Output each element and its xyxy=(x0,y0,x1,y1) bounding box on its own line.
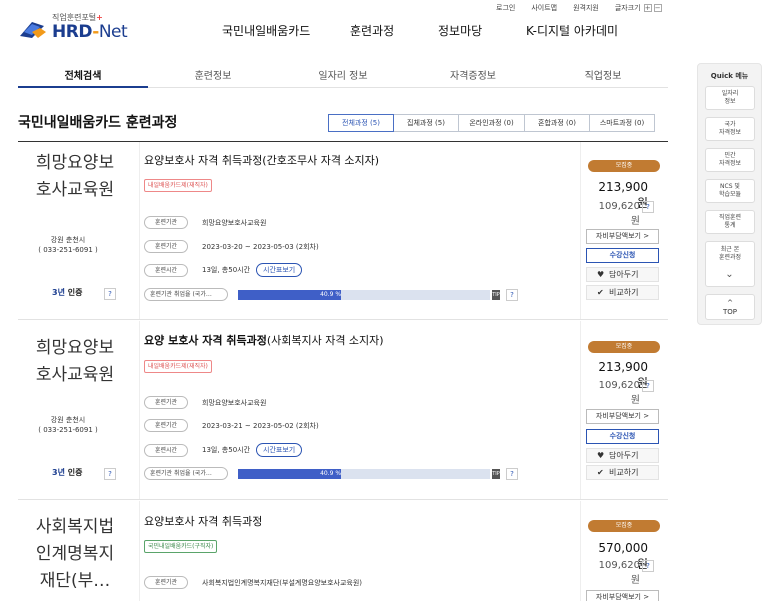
info-row: 훈련기간 2023-03-21 ~ 2023-05-02 (2회차) xyxy=(144,419,319,432)
login-link[interactable]: 로그인 xyxy=(496,3,515,13)
tip-button[interactable]: TIP xyxy=(492,289,500,300)
quick-private-cert[interactable]: 민간 자격정보 xyxy=(705,148,755,172)
check-icon: ✔ xyxy=(597,288,604,297)
filter-smart[interactable]: 스마트과정 (0) xyxy=(589,114,655,132)
help-button[interactable]: ? xyxy=(506,467,518,480)
chevron-up-icon: ^ xyxy=(727,299,733,307)
course-tag: 국민내일배움카드(구직자) xyxy=(144,540,218,553)
status-badge: 모집중 xyxy=(588,160,660,172)
tab-all-search[interactable]: 전체검색 xyxy=(18,58,148,88)
schedule-button[interactable]: 시간표보기 xyxy=(256,263,303,277)
tab-occupation-info[interactable]: 직업정보 xyxy=(538,58,668,87)
nav-k-digital-academy[interactable]: K-디지털 아카데미 xyxy=(526,22,618,39)
price-help-button[interactable]: ? xyxy=(642,380,654,392)
subsidized-price: 109,620 원 xyxy=(598,560,640,586)
institution-name[interactable]: 사회복지법 인계명복지 재단(부… xyxy=(18,514,132,595)
info-row: 훈련기관 사회복지법인계명복지재단(부설계명요양보호사교육원) xyxy=(144,576,362,589)
search-tabs: 전체검색 훈련정보 일자리 정보 자격증정보 직업정보 xyxy=(18,58,668,88)
tab-certificate-info[interactable]: 자격증정보 xyxy=(408,58,538,87)
save-button[interactable]: ♥ 담아두기 xyxy=(586,448,659,463)
course-card: 사회복지법 인계명복지 재단(부… 요양보호사 자격 취득과정 국민내일배움카드… xyxy=(18,501,668,601)
course-title[interactable]: 요양보호사 자격 취득과정 xyxy=(144,513,262,529)
employment-rate-bar: 40.9 % xyxy=(238,289,490,300)
help-button[interactable]: ? xyxy=(506,288,518,301)
quick-ncs[interactable]: NCS 및 학습모듈 xyxy=(705,179,755,203)
utility-nav: 로그인 사이트맵 원격지원 글자크기 + − xyxy=(496,3,662,13)
font-plus-button[interactable]: + xyxy=(643,4,652,12)
font-size-control: 글자크기 + − xyxy=(614,4,662,12)
subsidized-price: 109,620 원 xyxy=(598,201,640,227)
quick-menu-title: Quick 메뉴 xyxy=(710,72,749,80)
schedule-button[interactable]: 시간표보기 xyxy=(256,443,303,457)
subsidized-price: 109,620 원 xyxy=(598,380,640,406)
employment-rate-label[interactable]: 훈련기관 취업율 (국가… xyxy=(144,288,228,301)
cert-help-button[interactable]: ? xyxy=(104,468,116,480)
status-badge: 모집중 xyxy=(588,520,660,532)
institution-name[interactable]: 희망요양보 호사교육원 xyxy=(18,335,132,389)
info-row: 훈련시간 13일, 총50시간 시간표보기 xyxy=(144,263,303,277)
check-icon: ✔ xyxy=(597,468,604,477)
nav-training-courses[interactable]: 훈련과정 xyxy=(350,22,438,39)
self-pay-button[interactable]: 자비부담액보기 > xyxy=(586,409,659,424)
filter-all[interactable]: 전체과정 (5) xyxy=(328,114,394,132)
employment-rate-row: 훈련기관 취업율 (국가… 40.9 % TIP ? xyxy=(144,288,518,301)
filter-classroom[interactable]: 집체과정 (5) xyxy=(393,114,459,132)
course-tag: 내일배움카드제(재직자) xyxy=(144,179,212,192)
filter-blended[interactable]: 혼합과정 (0) xyxy=(524,114,590,132)
institution-location: 강원 춘천시 ( 033-251-6091 ) xyxy=(38,236,98,254)
tab-training-info[interactable]: 훈련정보 xyxy=(148,58,278,87)
quick-job-info[interactable]: 일자리 정보 xyxy=(705,86,755,110)
course-type-filters: 전체과정 (5) 집체과정 (5) 온라인과정 (0) 혼합과정 (0) 스마트… xyxy=(328,114,655,132)
course-tag: 내일배움카드제(재직자) xyxy=(144,360,212,373)
self-pay-button[interactable]: 자비부담액보기 > xyxy=(586,590,659,601)
price-help-button[interactable]: ? xyxy=(642,560,654,572)
compare-button[interactable]: ✔ 비교하기 xyxy=(586,465,659,480)
employment-rate-label[interactable]: 훈련기관 취업율 (국가… xyxy=(144,467,228,480)
info-row: 훈련기관 희망요양보호사교육원 xyxy=(144,216,266,229)
certification-badge: 3년 인증 xyxy=(52,468,83,477)
nav-info-plaza[interactable]: 정보마당 xyxy=(438,22,526,39)
info-row: 훈련시간 13일, 총50시간 시간표보기 xyxy=(144,443,303,457)
course-card: 희망요양보 호사교육원 강원 춘천시 ( 033-251-6091 ) 3년 인… xyxy=(18,142,668,320)
price-help-button[interactable]: ? xyxy=(642,201,654,213)
nav-naeil-card[interactable]: 국민내일배움카드 xyxy=(222,22,350,39)
quick-menu: Quick 메뉴 일자리 정보 국가 자격정보 민간 자격정보 NCS 및 학습… xyxy=(697,63,762,325)
scroll-top-button[interactable]: ^ TOP xyxy=(705,294,755,320)
info-row: 훈련기간 2023-03-20 ~ 2023-05-03 (2회차) xyxy=(144,240,319,253)
chevron-down-icon[interactable]: ⌄ xyxy=(698,269,761,280)
tip-button[interactable]: TIP xyxy=(492,468,500,479)
heart-icon: ♥ xyxy=(597,451,605,460)
apply-button[interactable]: 수강신청 xyxy=(586,248,659,263)
quick-training-stats[interactable]: 직업훈련 통계 xyxy=(705,210,755,234)
info-row: 훈련기관 희망요양보호사교육원 xyxy=(144,396,266,409)
save-button[interactable]: ♥ 담아두기 xyxy=(586,267,659,282)
certification-badge: 3년 인증 xyxy=(52,288,83,297)
employment-rate-bar: 40.9 % xyxy=(238,468,490,479)
quick-national-cert[interactable]: 국가 자격정보 xyxy=(705,117,755,141)
heart-icon: ♥ xyxy=(597,270,605,279)
section-title: 국민내일배움카드 훈련과정 xyxy=(18,115,178,131)
main-nav: 국민내일배움카드 훈련과정 정보마당 K-디지털 아카데미 xyxy=(222,22,618,39)
apply-button[interactable]: 수강신청 xyxy=(586,429,659,444)
font-minus-button[interactable]: − xyxy=(653,4,662,12)
sitemap-link[interactable]: 사이트맵 xyxy=(531,3,557,13)
institution-location: 강원 춘천시 ( 033-251-6091 ) xyxy=(38,416,98,434)
tab-job-info[interactable]: 일자리 정보 xyxy=(278,58,408,87)
quick-recent-courses[interactable]: 최근 본 훈련과정 xyxy=(705,241,755,287)
course-title[interactable]: 요양보호사 자격 취득과정(간호조무사 자격 소지자) xyxy=(144,152,379,168)
logo-mark-icon xyxy=(20,22,46,38)
filter-online[interactable]: 온라인과정 (0) xyxy=(458,114,525,132)
course-card: 희망요양보 호사교육원 강원 춘천시 ( 033-251-6091 ) 3년 인… xyxy=(18,321,668,500)
remote-support-link[interactable]: 원격지원 xyxy=(573,3,599,13)
institution-name[interactable]: 희망요양보 호사교육원 xyxy=(18,150,132,204)
cert-help-button[interactable]: ? xyxy=(104,288,116,300)
status-badge: 모집중 xyxy=(588,341,660,353)
self-pay-button[interactable]: 자비부담액보기 > xyxy=(586,229,659,244)
hrd-net-logo[interactable]: 직업훈련포털+ HRD-Net xyxy=(18,10,138,44)
employment-rate-row: 훈련기관 취업율 (국가… 40.9 % TIP ? xyxy=(144,467,518,480)
compare-button[interactable]: ✔ 비교하기 xyxy=(586,285,659,300)
course-title[interactable]: 요양 보호사 자격 취득과정(사회복지사 자격 소지자) xyxy=(144,332,384,348)
